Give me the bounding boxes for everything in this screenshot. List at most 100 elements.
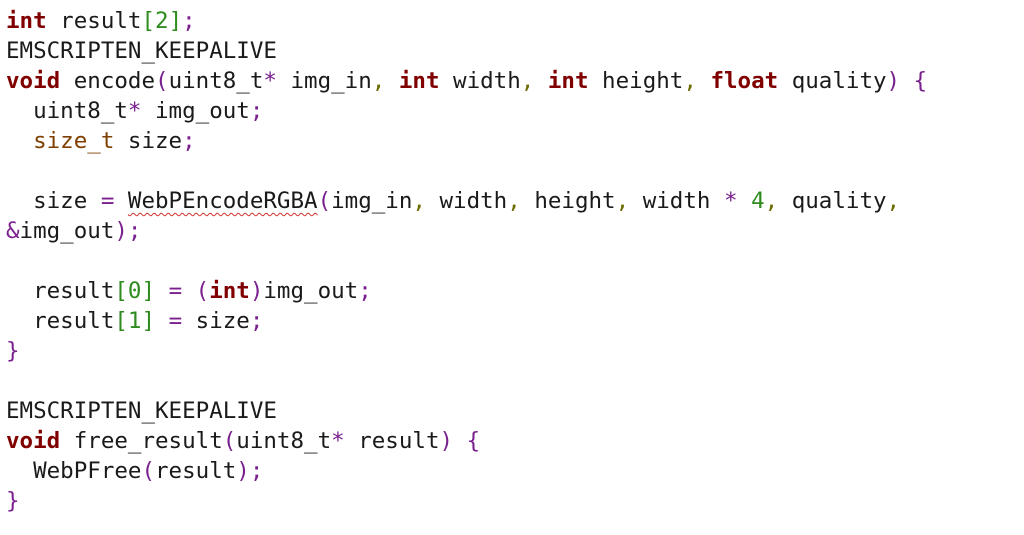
code-token: size_t (33, 128, 115, 154)
code-line[interactable]: result[0] = (int)img_out; (6, 276, 1016, 306)
blank-code-line[interactable] (6, 366, 1016, 396)
code-token: ] (168, 8, 183, 34)
code-token: void (6, 68, 61, 94)
code-token: ] (141, 308, 156, 334)
code-editor[interactable]: int result[2]; EMSCRIPTEN_KEEPALIVE void e… (6, 6, 1016, 516)
code-token: result (6, 278, 115, 304)
code-token: ) (114, 218, 128, 244)
code-token: } (6, 488, 20, 514)
code-token: img_in (276, 68, 372, 94)
code-token: ; (249, 458, 264, 484)
code-token: img_out (263, 278, 359, 304)
code-token: , (507, 188, 521, 214)
code-token: = (100, 188, 115, 214)
code-token: result (155, 458, 237, 484)
code-token: ; (182, 128, 196, 154)
code-token: * (723, 188, 738, 214)
code-token: uint8_t (168, 68, 264, 94)
code-token: size (114, 128, 183, 154)
blank-code-line[interactable] (6, 156, 1016, 186)
code-token: quality (778, 188, 887, 214)
code-token: int (398, 68, 440, 94)
code-token: , (886, 188, 901, 214)
code-token: size (182, 308, 250, 334)
code-token: img_out (19, 218, 115, 244)
code-token: float (710, 68, 779, 94)
code-token: , (683, 68, 697, 94)
code-token: * (127, 98, 142, 124)
code-token: * (331, 428, 345, 454)
code-line[interactable]: EMSCRIPTEN_KEEPALIVE (6, 36, 1016, 66)
code-token: * (263, 68, 277, 94)
code-token: width (439, 68, 521, 94)
code-token: = (168, 278, 183, 304)
code-line[interactable]: int result[2]; (6, 6, 1016, 36)
code-token: ( (222, 428, 237, 454)
code-token: } (6, 338, 20, 364)
code-token: uint8_t (236, 428, 332, 454)
code-token: 1 (127, 308, 142, 334)
code-token: ( (141, 458, 156, 484)
code-token: ( (155, 68, 169, 94)
code-line[interactable]: WebPFree(result); (6, 456, 1016, 486)
code-token: 0 (127, 278, 142, 304)
code-token: [ (114, 308, 128, 334)
code-token: result (46, 8, 142, 34)
code-token: img_out (141, 98, 250, 124)
code-token: height (520, 188, 616, 214)
code-token: 2 (155, 8, 169, 34)
code-token: ( (317, 188, 332, 214)
code-token: ] (141, 278, 156, 304)
code-token: [ (114, 278, 128, 304)
code-token: , (615, 188, 630, 214)
code-line[interactable]: uint8_t* img_out; (6, 96, 1016, 126)
code-line[interactable]: void free_result(uint8_t* result) { (6, 426, 1016, 456)
code-token: void (6, 428, 61, 454)
code-token: width (425, 188, 508, 214)
code-token: WebPFree (6, 458, 142, 484)
code-token: , (764, 188, 779, 214)
code-token: = (168, 308, 183, 334)
code-line[interactable]: size_t size; (6, 126, 1016, 156)
code-line[interactable]: } (6, 486, 1016, 516)
code-token: free_result (60, 428, 223, 454)
code-token: ; (182, 8, 196, 34)
code-token: & (6, 218, 20, 244)
code-token: quality (778, 68, 887, 94)
code-token: int (547, 68, 589, 94)
code-line[interactable]: EMSCRIPTEN_KEEPALIVE (6, 396, 1016, 426)
code-token: ; (249, 98, 264, 124)
code-token: 4 (751, 188, 765, 214)
code-token: , (520, 68, 535, 94)
code-token: ) (886, 68, 901, 94)
code-token: img_in (331, 188, 413, 214)
code-token: EMSCRIPTEN_KEEPALIVE (6, 398, 277, 424)
code-token: { (913, 68, 928, 94)
code-line[interactable]: &img_out); (6, 216, 1016, 246)
code-token: result (344, 428, 440, 454)
code-token: , (371, 68, 386, 94)
code-line[interactable]: result[1] = size; (6, 306, 1016, 336)
blank-code-line[interactable] (6, 246, 1016, 276)
code-token: uint8_t (6, 98, 128, 124)
code-token: ; (127, 218, 142, 244)
code-line[interactable]: size = WebPEncodeRGBA(img_in, width, hei… (6, 186, 1016, 216)
code-line[interactable]: } (6, 336, 1016, 366)
code-line[interactable]: void encode(uint8_t* img_in, int width, … (6, 66, 1016, 96)
code-token: result (6, 308, 115, 334)
code-token: width (629, 188, 724, 214)
code-token: ) (439, 428, 454, 454)
code-token: [ (141, 8, 156, 34)
code-token: ; (249, 308, 264, 334)
